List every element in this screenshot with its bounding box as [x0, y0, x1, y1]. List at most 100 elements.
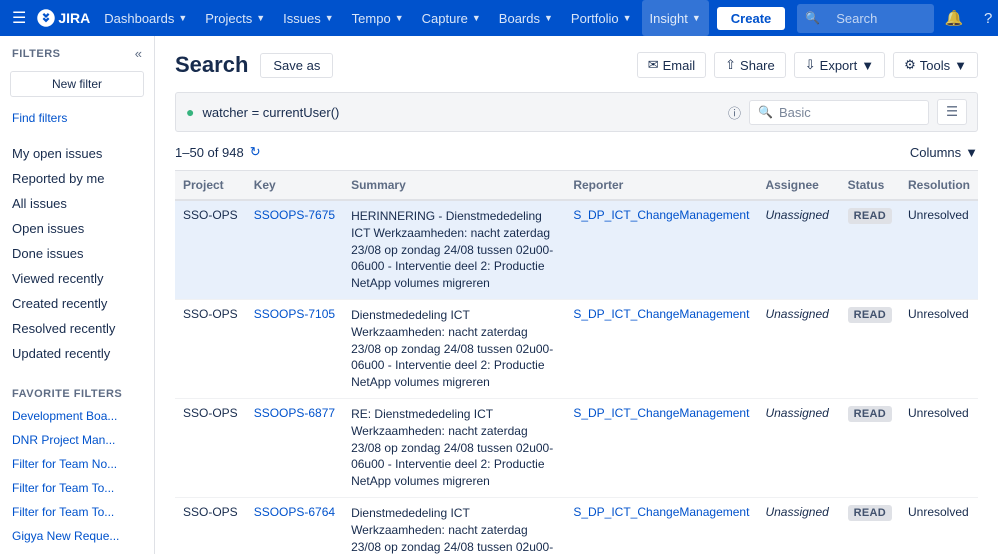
tools-icon: ⚙	[904, 57, 916, 73]
sidebar-item-created-recently[interactable]: Created recently	[0, 291, 154, 316]
tools-button[interactable]: ⚙ Tools ▼	[893, 52, 978, 78]
cell-reporter[interactable]: S_DP_ICT_ChangeManagement	[565, 299, 757, 398]
projects-menu[interactable]: Projects ▼	[197, 0, 273, 36]
table-row[interactable]: SSO-OPS SSOOPS-7105 Dienstmededeling ICT…	[175, 299, 978, 398]
sidebar-item-viewed-recently[interactable]: Viewed recently	[0, 266, 154, 291]
issues-menu[interactable]: Issues ▼	[275, 0, 342, 36]
cell-assignee: Unassigned	[757, 497, 839, 554]
cell-project: SSO-OPS	[175, 398, 246, 497]
search-box[interactable]: 🔍	[797, 4, 934, 33]
col-project[interactable]: Project	[175, 171, 246, 201]
sidebar-item-updated-recently[interactable]: Updated recently	[0, 341, 154, 366]
status-badge: READ	[848, 307, 892, 323]
table-row[interactable]: SSO-OPS SSOOPS-6877 RE: Dienstmededeling…	[175, 398, 978, 497]
cell-key[interactable]: SSOOPS-7105	[246, 299, 343, 398]
list-view-button[interactable]: ☰	[937, 99, 967, 125]
col-assignee[interactable]: Assignee	[757, 171, 839, 201]
columns-button[interactable]: Columns ▼	[910, 145, 978, 160]
cell-key[interactable]: SSOOPS-6877	[246, 398, 343, 497]
status-badge: READ	[848, 505, 892, 521]
top-navigation: ☰ JIRA Dashboards ▼ Projects ▼ Issues ▼ …	[0, 0, 998, 36]
table-row[interactable]: SSO-OPS SSOOPS-6764 Dienstmededeling ICT…	[175, 497, 978, 554]
col-resolution[interactable]: Resolution	[900, 171, 978, 201]
results-count: 1–50 of 948 ↻	[175, 144, 261, 160]
fav-filter-dnr-project[interactable]: DNR Project Man...	[0, 428, 154, 452]
boards-caret: ▼	[544, 13, 553, 23]
cell-summary: Dienstmededeling ICT Werkzaamheden: nach…	[343, 497, 565, 554]
email-button[interactable]: ✉ Email	[637, 52, 706, 78]
cell-project: SSO-OPS	[175, 497, 246, 554]
hamburger-menu[interactable]: ☰	[8, 4, 30, 32]
fav-filter-gigya[interactable]: Gigya New Reque...	[0, 524, 154, 548]
jira-text: JIRA	[58, 10, 90, 26]
share-button[interactable]: ⇧ Share	[714, 52, 786, 78]
cell-reporter[interactable]: S_DP_ICT_ChangeManagement	[565, 200, 757, 299]
cell-key[interactable]: SSOOPS-7675	[246, 200, 343, 299]
jira-logo[interactable]: JIRA	[36, 8, 90, 28]
columns-caret: ▼	[965, 145, 978, 160]
cell-status: READ	[840, 398, 900, 497]
insight-menu[interactable]: Insight ▼	[642, 0, 709, 36]
cell-assignee: Unassigned	[757, 200, 839, 299]
status-badge: READ	[848, 208, 892, 224]
cell-resolution: Unresolved	[900, 497, 978, 554]
col-status[interactable]: Status	[840, 171, 900, 201]
filter-bar: ● watcher = currentUser() ⓘ 🔍 ☰	[175, 92, 978, 132]
table-body: SSO-OPS SSOOPS-7675 HERINNERING - Dienst…	[175, 200, 978, 554]
cell-status: READ	[840, 497, 900, 554]
collapse-sidebar-button[interactable]: «	[135, 46, 142, 61]
new-filter-button[interactable]: New filter	[10, 71, 144, 97]
cell-key[interactable]: SSOOPS-6764	[246, 497, 343, 554]
sidebar-header: FILTERS «	[0, 36, 154, 67]
notifications-button[interactable]: 🔔	[940, 4, 968, 32]
export-caret: ▼	[861, 58, 874, 73]
boards-menu[interactable]: Boards ▼	[491, 0, 561, 36]
main-content: Search Save as ✉ Email ⇧ Share ⇩ Export …	[155, 36, 998, 554]
filter-help-icon[interactable]: ⓘ	[728, 103, 741, 122]
portfolio-menu[interactable]: Portfolio ▼	[563, 0, 640, 36]
sidebar-item-open-issues[interactable]: Open issues	[0, 216, 154, 241]
tools-caret: ▼	[954, 58, 967, 73]
basic-search-box[interactable]: 🔍	[749, 100, 929, 125]
sidebar-item-resolved-recently[interactable]: Resolved recently	[0, 316, 154, 341]
search-input[interactable]	[826, 7, 926, 30]
find-filters-link[interactable]: Find filters	[0, 107, 154, 129]
col-summary[interactable]: Summary	[343, 171, 565, 201]
fav-filter-team-to2[interactable]: Filter for Team To...	[0, 500, 154, 524]
table-header: Project Key Summary Reporter Assignee St…	[175, 171, 978, 201]
filters-section-title: FILTERS	[12, 48, 61, 60]
search-icon: 🔍	[805, 11, 820, 25]
save-as-button[interactable]: Save as	[260, 53, 333, 78]
results-table: Project Key Summary Reporter Assignee St…	[175, 170, 978, 554]
sidebar-item-reported-by-me[interactable]: Reported by me	[0, 166, 154, 191]
export-icon: ⇩	[805, 57, 816, 73]
sidebar-item-done-issues[interactable]: Done issues	[0, 241, 154, 266]
capture-menu[interactable]: Capture ▼	[414, 0, 489, 36]
fav-filter-team-no[interactable]: Filter for Team No...	[0, 452, 154, 476]
sidebar-item-all-issues[interactable]: All issues	[0, 191, 154, 216]
cell-summary: Dienstmededeling ICT Werkzaamheden: nach…	[343, 299, 565, 398]
tempo-menu[interactable]: Tempo ▼	[344, 0, 412, 36]
create-button[interactable]: Create	[717, 7, 785, 30]
cell-resolution: Unresolved	[900, 299, 978, 398]
dashboards-menu[interactable]: Dashboards ▼	[96, 0, 195, 36]
filter-status-icon: ●	[186, 104, 194, 120]
sidebar-item-my-open-issues[interactable]: My open issues	[0, 141, 154, 166]
projects-caret: ▼	[256, 13, 265, 23]
fav-filter-team-to1[interactable]: Filter for Team To...	[0, 476, 154, 500]
help-button[interactable]: ?	[974, 4, 998, 32]
fav-filter-dev-board[interactable]: Development Boa...	[0, 404, 154, 428]
cell-status: READ	[840, 200, 900, 299]
export-button[interactable]: ⇩ Export ▼	[794, 52, 885, 78]
cell-reporter[interactable]: S_DP_ICT_ChangeManagement	[565, 398, 757, 497]
cell-reporter[interactable]: S_DP_ICT_ChangeManagement	[565, 497, 757, 554]
table-row[interactable]: SSO-OPS SSOOPS-7675 HERINNERING - Dienst…	[175, 200, 978, 299]
col-key[interactable]: Key	[246, 171, 343, 201]
col-reporter[interactable]: Reporter	[565, 171, 757, 201]
basic-search-input[interactable]	[779, 105, 879, 120]
refresh-button[interactable]: ↻	[250, 144, 261, 160]
sidebar: FILTERS « New filter Find filters My ope…	[0, 36, 155, 554]
tempo-caret: ▼	[395, 13, 404, 23]
favorite-filters-section: FAVORITE FILTERS Development Boa... DNR …	[0, 378, 154, 548]
status-badge: READ	[848, 406, 892, 422]
